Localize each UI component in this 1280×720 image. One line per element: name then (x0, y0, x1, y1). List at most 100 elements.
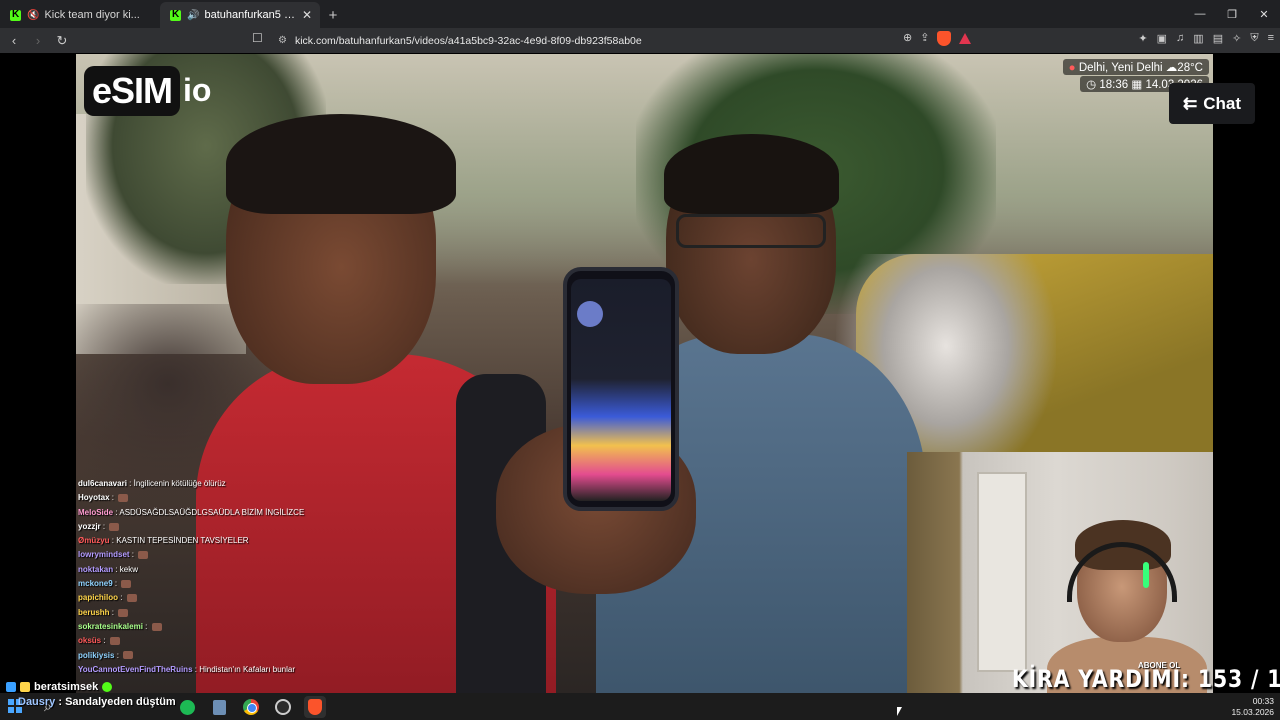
vpn-icon[interactable]: ⛨ (1250, 32, 1258, 45)
emote-icon (102, 682, 113, 692)
new-tab-button[interactable]: + (320, 2, 346, 28)
bottom-chat-username-2: Dausry (18, 696, 56, 708)
chat-emote-icon (138, 551, 149, 560)
chat-emote-icon (126, 594, 137, 603)
chat-message: sokratesinkalemi : (78, 620, 368, 634)
chat-separator: : (113, 564, 120, 574)
chat-message: MeloSide : ASDÜSAĞDLSAÜĞDLGSAÜDLA BİZİM … (78, 506, 368, 520)
minimize-icon[interactable]: — (1184, 0, 1216, 28)
chat-username[interactable]: dul6canavari (78, 479, 127, 488)
chat-toggle-button[interactable]: ⇇ Chat (1169, 83, 1255, 124)
chat-username[interactable]: YouCannotEvenFindTheRuins (78, 665, 193, 674)
taskbar: ⌕ Dausry : Sandalyeden düştüm 00:33 15.0… (0, 693, 1280, 720)
chat-emote-icon (118, 608, 129, 617)
chat-message: oksüs : (78, 634, 368, 648)
kick-favicon-icon (170, 9, 181, 21)
chat-text: kekw (119, 564, 139, 574)
url-field[interactable]: ⚙ kick.com/batuhanfurkan5/videos/a41a5bc… (272, 30, 992, 51)
forward-icon[interactable]: › (28, 31, 48, 51)
chat-message: polikiysis : (78, 649, 368, 663)
pin-icon: ● (1068, 62, 1076, 74)
chat-username[interactable]: papichiloo (78, 593, 118, 602)
chat-username[interactable]: yozzjr (78, 522, 101, 531)
tab-bar: 🔇 Kick team diyor ki... 🔊 batuhanfurkan5… (0, 0, 1280, 28)
leo-icon[interactable]: ✧ (1232, 32, 1241, 45)
chat-emote-icon (109, 637, 120, 646)
extensions-icon[interactable]: ✦ (1138, 32, 1147, 45)
cloud-icon: ☁ (1165, 62, 1178, 74)
chat-emote-icon (123, 651, 134, 660)
chat-message: lowrymindset : (78, 548, 368, 562)
chat-separator: : (109, 607, 117, 617)
media-icon[interactable]: ♫ (1176, 32, 1184, 45)
restore-icon[interactable]: ❐ (1216, 0, 1248, 28)
brave-rewards-icon[interactable] (959, 33, 972, 44)
reload-icon[interactable]: ↻ (52, 31, 72, 51)
calendar-icon: ▦ (1131, 79, 1143, 91)
site-info-icon[interactable]: ⚙ (278, 35, 287, 46)
tab-title: batuhanfurkan5 - Watch the Vi (204, 9, 295, 21)
chat-username[interactable]: noktakan (78, 565, 113, 574)
taskbar-apps (176, 696, 326, 718)
stream-time: 18:36 (1099, 79, 1129, 91)
rent-help-separator: / (1250, 665, 1268, 693)
bottom-chat-line: Dausry : Sandalyeden düştüm (18, 696, 176, 708)
calculator-icon[interactable] (208, 696, 230, 718)
rent-help-label: KİRA YARDIMI: (1012, 665, 1190, 693)
chat-message: papichiloo : (78, 591, 368, 605)
kick-favicon-icon (10, 9, 21, 21)
brave-icon[interactable] (304, 696, 326, 718)
chat-username[interactable]: MeloSide (78, 508, 113, 517)
close-tab-icon[interactable]: ✕ (302, 8, 312, 22)
share-icon[interactable]: ⇪ (920, 31, 929, 46)
chat-emote-icon (121, 579, 132, 588)
chat-separator: : (126, 479, 134, 488)
chat-username[interactable]: lowrymindset (78, 550, 130, 559)
chat-username[interactable]: sokratesinkalemi (78, 622, 143, 631)
brave-shield-icon[interactable] (937, 31, 952, 46)
menu-icon[interactable]: ≡ (1268, 32, 1274, 45)
chat-username[interactable]: Ømüzyu (78, 536, 110, 545)
esim-logo-suffix: io (183, 72, 212, 108)
obs-icon[interactable] (272, 696, 294, 718)
tab-kick-team[interactable]: 🔇 Kick team diyor ki... (0, 2, 160, 28)
screenshot-icon[interactable]: ▣ (1157, 32, 1167, 45)
rent-help-total: 155 (1267, 665, 1280, 693)
spotify-icon[interactable] (176, 696, 198, 718)
chat-separator: : (142, 621, 150, 631)
bottom-chat-message: Sandalyeden düştüm (65, 696, 176, 708)
close-window-icon[interactable]: ✕ (1248, 0, 1280, 28)
sidebar-icon[interactable]: ▥ (1193, 32, 1203, 45)
chrome-icon[interactable] (240, 696, 262, 718)
esim-logo: eSIM io (84, 62, 211, 119)
extensions-toolbar: ✦ ▣ ♫ ▥ ▤ ✧ ⛨ ≡ (1138, 32, 1274, 45)
speaker-icon[interactable]: 🔊 (187, 10, 199, 21)
chat-text: KASTIN TEPESİNDEN TAVSİYELER (116, 536, 249, 546)
chat-text: Hindistan'ın Kafaları bunlar (199, 664, 295, 674)
back-icon[interactable]: ‹ (4, 31, 24, 51)
chat-username[interactable]: Hoyotax (78, 493, 110, 502)
chat-separator: : (112, 579, 120, 589)
chat-username[interactable]: mckone9 (78, 579, 113, 588)
chat-message: Hoyotax : (78, 491, 368, 505)
tab-batuhanfurkan5[interactable]: 🔊 batuhanfurkan5 - Watch the Vi ✕ (160, 2, 320, 28)
rent-help-counter: KİRA YARDIMI: 153 / 155 (1012, 665, 1280, 693)
chat-username[interactable]: berushh (78, 608, 110, 617)
chat-separator: : (118, 593, 125, 603)
muted-speaker-icon[interactable]: 🔇 (27, 10, 39, 21)
bookmark-icon[interactable]: ☐ (252, 31, 263, 45)
chat-message: berushh : (78, 606, 368, 620)
wallet-icon[interactable]: ▤ (1213, 32, 1223, 45)
chat-text: ASDÜSAĞDLSAÜĞDLGSAÜDLA BİZİM İNGİLİZCE (119, 507, 305, 517)
badge-icon (20, 682, 30, 692)
chat-username[interactable]: oksüs (78, 636, 101, 645)
url-tools: ⊕ ⇪ (903, 31, 972, 46)
clock-icon: ◷ (1086, 79, 1097, 91)
zoom-icon[interactable]: ⊕ (903, 31, 912, 46)
rent-help-current: 153 (1197, 665, 1244, 693)
chat-separator: : (100, 521, 108, 531)
tab-title: Kick team diyor ki... (44, 9, 140, 21)
chat-message: YouCannotEvenFindTheRuins : Hindistan'ın… (78, 663, 368, 677)
taskbar-clock[interactable]: 00:33 15.03.2026 (1231, 696, 1274, 718)
chat-username[interactable]: polikiysis (78, 651, 114, 660)
